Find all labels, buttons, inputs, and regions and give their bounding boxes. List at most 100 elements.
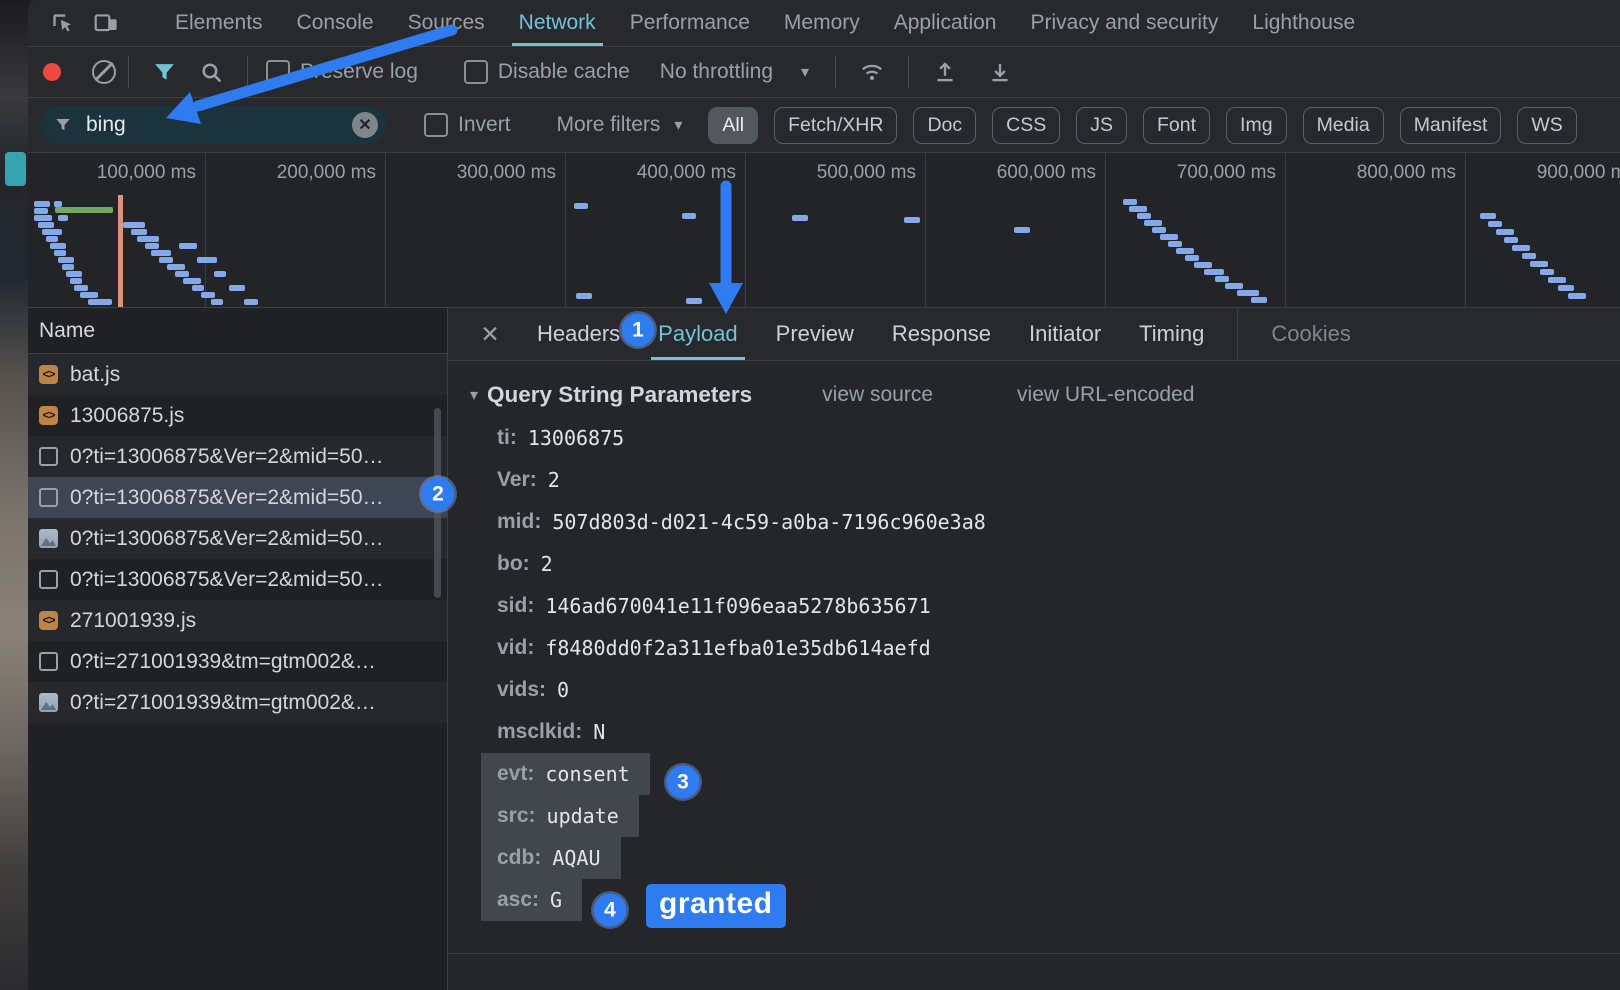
detail-tab-payload[interactable]: Payload bbox=[639, 308, 757, 360]
request-row[interactable]: bat.js bbox=[28, 354, 447, 395]
tab-network[interactable]: Network bbox=[502, 0, 613, 46]
request-row[interactable]: 0?ti=13006875&Ver=2&mid=50… bbox=[28, 477, 447, 518]
waterfall-bar bbox=[576, 293, 592, 299]
tab-application[interactable]: Application bbox=[877, 0, 1014, 46]
waterfall-bar bbox=[80, 292, 98, 298]
tab-performance[interactable]: Performance bbox=[613, 0, 767, 46]
network-filter-bar: Invert More filters ▾ AllFetch/XHRDocCSS… bbox=[28, 98, 1620, 153]
import-har-icon[interactable] bbox=[987, 59, 1013, 85]
filter-chip-manifest[interactable]: Manifest bbox=[1400, 107, 1502, 144]
view-url-encoded-link[interactable]: view URL-encoded bbox=[1017, 383, 1194, 407]
waterfall-bar bbox=[70, 278, 82, 284]
param-value: f8480dd0f2a311efba01e35db614aefd bbox=[545, 636, 930, 660]
list-scrollbar[interactable] bbox=[434, 408, 441, 598]
request-row[interactable]: 0?ti=271001939&tm=gtm002&… bbox=[28, 682, 447, 723]
waterfall-bar bbox=[175, 271, 189, 277]
chevron-down-icon: ▾ bbox=[801, 62, 809, 82]
request-rows: bat.js 13006875.js 0?ti=13006875&Ver=2&m… bbox=[28, 354, 447, 723]
param-key: Ver: bbox=[497, 468, 537, 492]
request-name: 0?ti=13006875&Ver=2&mid=50… bbox=[70, 445, 384, 469]
payload-param-row: evt: consent bbox=[470, 753, 1620, 795]
detail-tab-headers[interactable]: Headers bbox=[518, 308, 639, 360]
param-value: 2 bbox=[548, 468, 560, 492]
tab-memory[interactable]: Memory bbox=[767, 0, 877, 46]
timeline-gridline bbox=[1465, 153, 1466, 307]
filter-chip-css[interactable]: CSS bbox=[992, 107, 1060, 144]
request-row[interactable]: 0?ti=13006875&Ver=2&mid=50… bbox=[28, 559, 447, 600]
search-icon[interactable] bbox=[199, 60, 224, 85]
disclosure-triangle-icon[interactable] bbox=[470, 385, 478, 405]
filter-chip-img[interactable]: Img bbox=[1226, 107, 1287, 144]
waterfall-bar bbox=[1185, 255, 1199, 261]
detail-tab-initiator[interactable]: Initiator bbox=[1010, 308, 1120, 360]
tab-privacy-and-security[interactable]: Privacy and security bbox=[1013, 0, 1235, 46]
request-row[interactable]: 13006875.js bbox=[28, 395, 447, 436]
payload-param-row: vid: f8480dd0f2a311efba01e35db614aefd bbox=[470, 627, 1620, 669]
filter-chip-fetch-xhr[interactable]: Fetch/XHR bbox=[774, 107, 897, 144]
export-har-icon[interactable] bbox=[932, 59, 958, 85]
request-name: 13006875.js bbox=[70, 404, 184, 428]
waterfall-bar bbox=[50, 243, 66, 249]
filter-chip-font[interactable]: Font bbox=[1143, 107, 1210, 144]
view-source-link[interactable]: view source bbox=[822, 383, 933, 407]
waterfall-bar bbox=[1540, 269, 1554, 275]
detail-tab-timing[interactable]: Timing bbox=[1120, 308, 1223, 360]
waterfall-bar bbox=[1215, 276, 1229, 282]
param-value: G bbox=[550, 888, 562, 912]
preserve-log-checkbox[interactable] bbox=[266, 60, 290, 84]
filter-input-pill bbox=[40, 106, 386, 144]
device-toolbar-icon[interactable] bbox=[84, 0, 128, 46]
waterfall-bar bbox=[55, 207, 113, 213]
filter-chip-all[interactable]: All bbox=[708, 107, 758, 144]
tab-label: Console bbox=[297, 11, 374, 35]
name-column-header[interactable]: Name bbox=[28, 308, 447, 354]
throttling-select[interactable]: No throttling ▾ bbox=[660, 60, 809, 84]
filter-input[interactable] bbox=[84, 112, 352, 138]
waterfall-bar bbox=[1168, 241, 1182, 247]
desktop-background-strip bbox=[0, 0, 30, 990]
resource-filter-chips: All Fetch/XHR Doc CSS JS Font Img Media Manifest… bbox=[708, 107, 1576, 144]
waterfall-bar bbox=[34, 215, 52, 221]
record-network-log-button[interactable] bbox=[43, 63, 61, 81]
close-icon[interactable]: ✕ bbox=[470, 314, 510, 354]
network-main-area: Name bat.js 13006875.js 0?ti=13006875&Ve… bbox=[28, 308, 1620, 990]
tab-label: Performance bbox=[630, 11, 750, 35]
request-row[interactable]: 0?ti=13006875&Ver=2&mid=50… bbox=[28, 436, 447, 477]
tab-sources[interactable]: Sources bbox=[391, 0, 502, 46]
waterfall-bar bbox=[682, 213, 696, 219]
payload-param-row: msclkid: N bbox=[470, 711, 1620, 753]
payload-param-row: sid: 146ad670041e11f096eaa5278b635671 bbox=[470, 585, 1620, 627]
filter-chip-doc[interactable]: Doc bbox=[913, 107, 976, 144]
waterfall-bar bbox=[145, 243, 159, 249]
detail-tab-response[interactable]: Response bbox=[873, 308, 1010, 360]
waterfall-bar bbox=[1512, 245, 1530, 251]
detail-tab-preview[interactable]: Preview bbox=[757, 308, 873, 360]
tab-lighthouse[interactable]: Lighthouse bbox=[1235, 0, 1372, 46]
doc-file-icon bbox=[39, 447, 58, 466]
filter-chip-ws[interactable]: WS bbox=[1517, 107, 1576, 144]
detail-tab-cookies[interactable]: Cookies bbox=[1252, 308, 1369, 360]
waterfall-bar bbox=[574, 203, 588, 209]
invert-filter-checkbox[interactable] bbox=[424, 113, 448, 137]
waterfall-bar bbox=[1160, 234, 1178, 240]
timeline-tick-label: 200,000 ms bbox=[277, 162, 385, 184]
waterfall-bar bbox=[74, 285, 88, 291]
clear-filter-icon[interactable] bbox=[352, 112, 378, 138]
request-row[interactable]: 0?ti=13006875&Ver=2&mid=50… bbox=[28, 518, 447, 559]
waterfall-bar bbox=[1194, 262, 1212, 268]
filter-chip-media[interactable]: Media bbox=[1303, 107, 1384, 144]
network-conditions-icon[interactable] bbox=[859, 59, 885, 85]
request-row[interactable]: 271001939.js bbox=[28, 600, 447, 641]
more-filters-dropdown[interactable]: More filters ▾ bbox=[557, 113, 683, 137]
request-row[interactable]: 0?ti=271001939&tm=gtm002&… bbox=[28, 641, 447, 682]
filter-toggle-icon[interactable] bbox=[152, 60, 177, 85]
clear-network-log-icon[interactable] bbox=[92, 60, 116, 84]
tab-elements[interactable]: Elements bbox=[158, 0, 280, 46]
tab-console[interactable]: Console bbox=[280, 0, 391, 46]
disable-cache-checkbox[interactable] bbox=[464, 60, 488, 84]
network-overview-timeline[interactable]: 100,000 ms200,000 ms300,000 ms400,000 ms… bbox=[28, 153, 1620, 308]
inspect-element-icon[interactable] bbox=[40, 0, 84, 46]
waterfall-bar bbox=[123, 222, 145, 228]
filter-chip-js[interactable]: JS bbox=[1076, 107, 1127, 144]
param-key: sid: bbox=[497, 594, 534, 618]
